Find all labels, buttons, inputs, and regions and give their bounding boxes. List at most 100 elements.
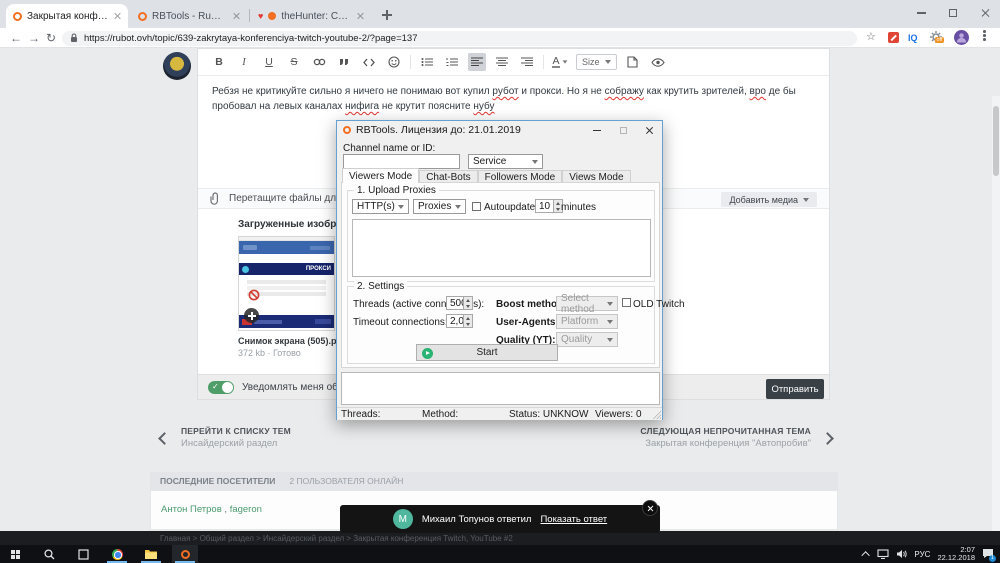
visitor-link[interactable]: fageron: [230, 504, 262, 515]
align-left-button[interactable]: [468, 53, 486, 71]
proxy-list-textarea[interactable]: [352, 219, 651, 277]
reply-toast[interactable]: M Михаил Топунов ответил Показать ответ: [340, 505, 660, 533]
profile-avatar[interactable]: [954, 30, 969, 45]
window-minimize-button[interactable]: [906, 0, 936, 26]
font-size-select[interactable]: Size: [576, 54, 617, 70]
add-media-button[interactable]: Добавить медиа: [721, 192, 817, 207]
align-right-button[interactable]: [518, 53, 536, 71]
channel-input[interactable]: [343, 154, 460, 169]
adblock-extension-icon[interactable]: [888, 32, 899, 43]
browser-tab-2[interactable]: RBTools - RuBot.OVH - Накрутка: [131, 4, 247, 28]
preview-button[interactable]: [649, 53, 667, 71]
dialog-maximize-button[interactable]: [610, 121, 636, 139]
add-more-images-button[interactable]: [244, 308, 259, 323]
taskbar-clock[interactable]: 2:07 22.12.2018: [937, 546, 975, 562]
autoupdate-checkbox[interactable]: [472, 202, 481, 211]
next-topic-link[interactable]: СЛЕДУЮЩАЯ НЕПРОЧИТАННАЯ ТЕМА Закрытая ко…: [640, 426, 832, 449]
spinner-down-icon[interactable]: [466, 323, 470, 326]
browser-tab-1[interactable]: Закрытая конференция Twitch,: [6, 4, 128, 28]
page-scrollbar[interactable]: [992, 96, 1000, 531]
user-agents-select[interactable]: Platform: [556, 314, 618, 329]
back-button[interactable]: ←: [10, 31, 22, 45]
interval-spinner[interactable]: 10: [535, 199, 563, 213]
proxy-protocol-select[interactable]: HTTP(s): [352, 199, 409, 214]
scrollbar-thumb[interactable]: [993, 106, 999, 176]
post-text[interactable]: Ребзя не критикуйте сильно я ничего не п…: [198, 76, 823, 122]
chrome-icon: [112, 549, 123, 560]
notification-center-button[interactable]: 1: [982, 548, 994, 561]
text-color-button[interactable]: A: [551, 53, 569, 71]
browser-menu-button[interactable]: [983, 30, 986, 41]
status-threads: Threads:: [341, 409, 380, 420]
prev-topic-link[interactable]: ПЕРЕЙТИ К СПИСКУ ТЕМ Инсайдерский раздел: [160, 426, 291, 449]
quote-button[interactable]: [335, 53, 353, 71]
service-select[interactable]: Service: [468, 154, 543, 169]
source-view-button[interactable]: [624, 53, 642, 71]
tab-close-icon[interactable]: [356, 12, 364, 20]
proxy-source-select[interactable]: Proxies: [413, 199, 466, 214]
submit-button[interactable]: Отправить: [766, 379, 824, 399]
spinner-up-icon[interactable]: [466, 299, 470, 302]
visitors-title: ПОСЛЕДНИЕ ПОСЕТИТЕЛИ: [160, 476, 275, 486]
new-tab-button[interactable]: [380, 8, 394, 22]
gear-extension-icon[interactable]: off: [930, 31, 942, 45]
start-button[interactable]: [2, 545, 28, 563]
window-maximize-button[interactable]: [938, 0, 968, 26]
next-topic-title: СЛЕДУЮЩАЯ НЕПРОЧИТАННАЯ ТЕМА: [640, 426, 811, 436]
spinner-down-icon[interactable]: [466, 305, 470, 308]
boost-method-select[interactable]: Select method: [556, 296, 618, 311]
resize-grip[interactable]: [653, 411, 661, 419]
task-view-button[interactable]: [70, 545, 96, 563]
reload-button[interactable]: ↻: [46, 31, 56, 45]
quality-select[interactable]: Quality: [556, 332, 618, 347]
dialog-minimize-button[interactable]: [584, 121, 610, 139]
network-icon[interactable]: [877, 549, 889, 559]
old-twitch-checkbox[interactable]: [622, 298, 631, 307]
taskbar-search-button[interactable]: [36, 545, 62, 563]
link-button[interactable]: [310, 53, 328, 71]
chevron-down-icon: [605, 60, 611, 64]
spinner-up-icon[interactable]: [466, 317, 470, 320]
code-button[interactable]: [360, 53, 378, 71]
numbered-list-button[interactable]: [443, 53, 461, 71]
tab-close-icon[interactable]: [232, 12, 240, 20]
window-close-button[interactable]: [970, 0, 1000, 26]
address-bar[interactable]: https://rubot.ovh/topic/639-zakrytaya-ko…: [62, 31, 857, 46]
speaker-icon[interactable]: [896, 549, 907, 559]
language-indicator[interactable]: РУС: [914, 550, 930, 559]
attachment-thumbnail[interactable]: ПРОКСИ: [238, 236, 335, 331]
bookmark-star-icon[interactable]: ☆: [866, 30, 876, 43]
taskbar-chrome-button[interactable]: [104, 545, 130, 563]
threads-spinner[interactable]: 500: [446, 296, 473, 310]
bold-button[interactable]: B: [210, 53, 228, 71]
timeout-spinner[interactable]: 2,0: [446, 314, 473, 328]
notify-toggle[interactable]: ✓: [208, 381, 234, 394]
start-button[interactable]: Start: [416, 344, 558, 361]
visitor-link[interactable]: Антон Петров: [161, 504, 222, 515]
bullet-list-button[interactable]: [418, 53, 436, 71]
underline-button[interactable]: U: [260, 53, 278, 71]
forward-button[interactable]: →: [28, 31, 40, 45]
tab-close-icon[interactable]: [113, 12, 121, 20]
show-reply-link[interactable]: Показать ответ: [540, 514, 607, 525]
strikethrough-button[interactable]: S: [285, 53, 303, 71]
taskbar-explorer-button[interactable]: [138, 545, 164, 563]
taskbar-rbtools-button[interactable]: [172, 545, 198, 563]
log-textarea[interactable]: [341, 372, 660, 405]
iq-extension-icon[interactable]: IQ: [908, 33, 918, 43]
tab-viewers-mode[interactable]: Viewers Mode: [342, 168, 419, 183]
chevron-left-icon: [158, 432, 171, 445]
emoji-button[interactable]: [385, 53, 403, 71]
spinner-up-icon[interactable]: [556, 202, 560, 205]
dialog-close-button[interactable]: [636, 121, 662, 139]
size-label: Size: [582, 57, 600, 67]
italic-button[interactable]: I: [235, 53, 253, 71]
align-center-button[interactable]: [493, 53, 511, 71]
browser-tab-3[interactable]: ♥ theHunter: Call of the Wild #: [251, 4, 371, 28]
chevron-right-icon: [821, 432, 834, 445]
minimize-icon: [593, 130, 601, 131]
toast-close-button[interactable]: [642, 500, 658, 516]
breadcrumb[interactable]: Главная > Общий раздел > Инсайдерский ра…: [160, 534, 513, 543]
tray-expand-icon[interactable]: [862, 551, 870, 559]
spinner-down-icon[interactable]: [556, 208, 560, 211]
